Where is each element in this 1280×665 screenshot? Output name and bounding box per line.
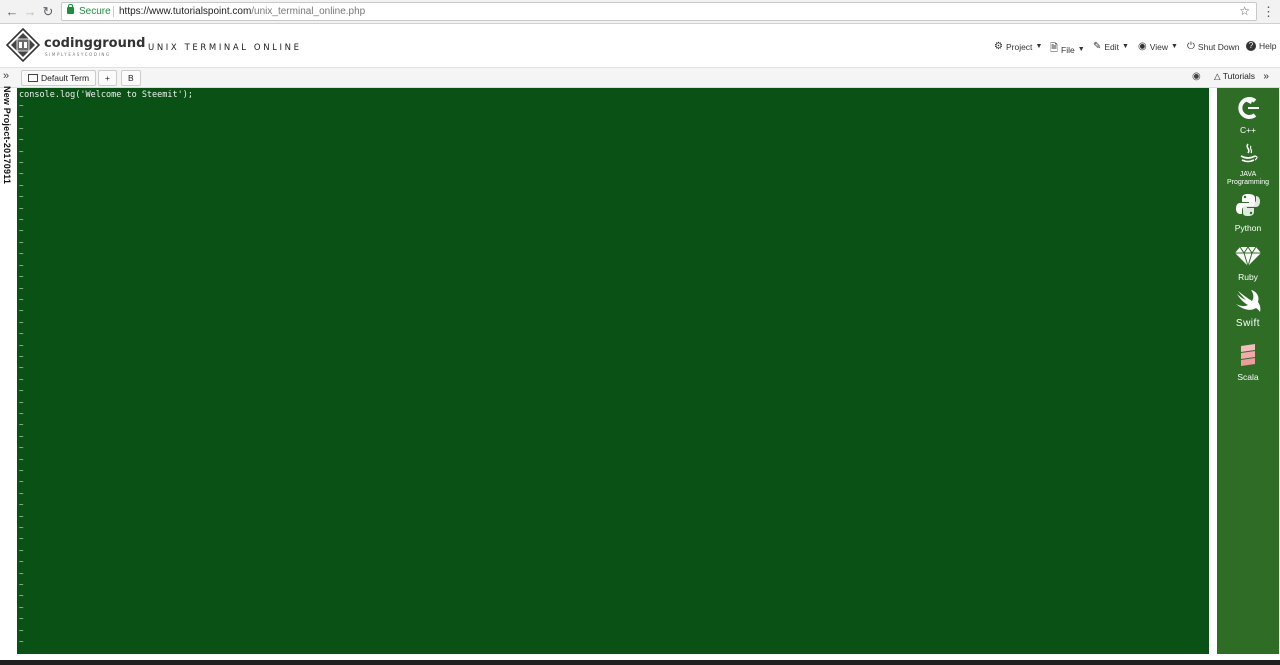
- gear-icon: ⚙: [994, 41, 1003, 52]
- tutorial-cpp-label: C++: [1239, 125, 1257, 135]
- power-icon: ⏻: [1187, 41, 1195, 52]
- caret-down-icon: ▼: [1171, 43, 1178, 50]
- address-separator: [113, 6, 114, 17]
- taskbar-strip: [0, 660, 1280, 665]
- menu-help-label: Help: [1259, 41, 1277, 51]
- eye-toggle-icon[interactable]: ◉: [1192, 71, 1201, 82]
- terminal-toolbar: » Default Term + B ◉ △ Tutorials »: [0, 68, 1280, 88]
- tutorial-swift-label: Swift: [1235, 318, 1261, 329]
- terminal-line: console.log('Welcome to Steemit');: [19, 90, 193, 100]
- url-text[interactable]: https://www.tutorialspoint.com/unix_term…: [119, 3, 365, 20]
- tutorial-ruby[interactable]: Ruby: [1217, 245, 1279, 282]
- menu-shutdown[interactable]: ⏻ Shut Down: [1187, 41, 1240, 52]
- menu-view[interactable]: ◉ View ▼: [1138, 41, 1178, 52]
- project-name[interactable]: New Project-20170911: [2, 86, 12, 184]
- tutorial-scala[interactable]: Scala: [1217, 343, 1279, 382]
- tutorial-scala-label: Scala: [1237, 372, 1259, 382]
- browser-toolbar: ← → ↻ Secure https://www.tutorialspoint.…: [0, 0, 1280, 24]
- url-path: /unix_terminal_online.php: [251, 6, 366, 17]
- app-header: codingground SIMPLYEASYCODING UNIX TERMI…: [0, 25, 1280, 68]
- star-icon[interactable]: ☆: [1239, 3, 1250, 20]
- logo-name: codingground: [44, 36, 146, 51]
- tutorial-swift[interactable]: Swift: [1217, 290, 1279, 329]
- terminal-icon: [28, 74, 38, 82]
- caret-down-icon: ▼: [1035, 43, 1043, 50]
- tab-b-button[interactable]: B: [121, 70, 141, 86]
- add-tab-button[interactable]: +: [98, 70, 117, 86]
- tutorial-java[interactable]: JAVA Programming: [1217, 142, 1279, 187]
- tutorials-icon: △: [1214, 71, 1221, 81]
- edit-icon: ✎: [1093, 41, 1102, 52]
- forward-icon[interactable]: →: [22, 4, 38, 20]
- menu-project-label: Project: [1005, 41, 1033, 52]
- codingground-logo-icon: [6, 28, 40, 62]
- tutorials-label: Tutorials: [1222, 71, 1256, 81]
- address-bar[interactable]: Secure https://www.tutorialspoint.com/un…: [61, 2, 1257, 21]
- menu-icon[interactable]: ⋮: [1262, 4, 1275, 20]
- menu-edit-label: Edit: [1104, 41, 1120, 52]
- menu-edit[interactable]: ✎ Edit ▼: [1093, 41, 1129, 52]
- tutorials-panel: C++ JAVA Programming Python Ruby Swift S…: [1214, 88, 1280, 654]
- terminal-area[interactable]: console.log('Welcome to Steemit'); ~ ~ ~…: [17, 88, 1209, 654]
- tab-default-term-label: Default Term: [41, 73, 90, 83]
- menu-file-label: File: [1061, 44, 1075, 55]
- url-host: https://www.tutorialspoint.com: [119, 6, 252, 17]
- tutorial-java-label: JAVA Programming: [1226, 171, 1269, 186]
- back-icon[interactable]: ←: [4, 4, 20, 20]
- menu-project[interactable]: ⚙ Project ▼: [994, 41, 1042, 52]
- java-icon: [1240, 143, 1258, 163]
- menu-shutdown-label: Shut Down: [1197, 41, 1240, 52]
- cpp-icon: [1238, 97, 1259, 119]
- secure-label: Secure: [79, 6, 111, 17]
- help-icon: ?: [1246, 41, 1256, 51]
- terminal-empty-lines: ~ ~ ~ ~ ~ ~ ~ ~ ~ ~ ~ ~ ~ ~ ~ ~ ~ ~ ~ ~ …: [19, 101, 24, 647]
- tutorial-python[interactable]: Python: [1217, 192, 1279, 233]
- file-icon: 🗎: [1050, 43, 1059, 54]
- caret-down-icon: ▼: [1122, 43, 1129, 50]
- menu-view-label: View: [1149, 41, 1169, 52]
- expand-left-icon[interactable]: »: [3, 70, 9, 82]
- python-icon: [1236, 194, 1260, 216]
- tutorials-header[interactable]: △ Tutorials »: [1214, 71, 1269, 82]
- tutorials-list: C++ JAVA Programming Python Ruby Swift S…: [1217, 88, 1279, 654]
- logo-tagline: SIMPLYEASYCODING: [45, 52, 111, 57]
- expand-right-icon[interactable]: »: [1263, 71, 1269, 82]
- swift-icon: [1236, 290, 1261, 312]
- lock-icon: [67, 4, 74, 14]
- menu-help[interactable]: ? Help: [1246, 41, 1276, 51]
- tutorial-ruby-label: Ruby: [1238, 272, 1258, 282]
- menu-file[interactable]: 🗎 File ▼: [1050, 41, 1085, 58]
- scala-icon: [1241, 344, 1255, 366]
- caret-down-icon: ▼: [1077, 46, 1085, 53]
- eye-icon: ◉: [1138, 41, 1147, 52]
- tutorial-python-label: Python: [1234, 223, 1262, 233]
- page-title: UNIX TERMINAL ONLINE: [148, 43, 302, 53]
- ruby-icon: [1235, 246, 1261, 268]
- tab-default-term[interactable]: Default Term: [21, 70, 97, 86]
- reload-icon[interactable]: ↻: [40, 4, 56, 20]
- tutorial-cpp[interactable]: C++: [1217, 96, 1279, 135]
